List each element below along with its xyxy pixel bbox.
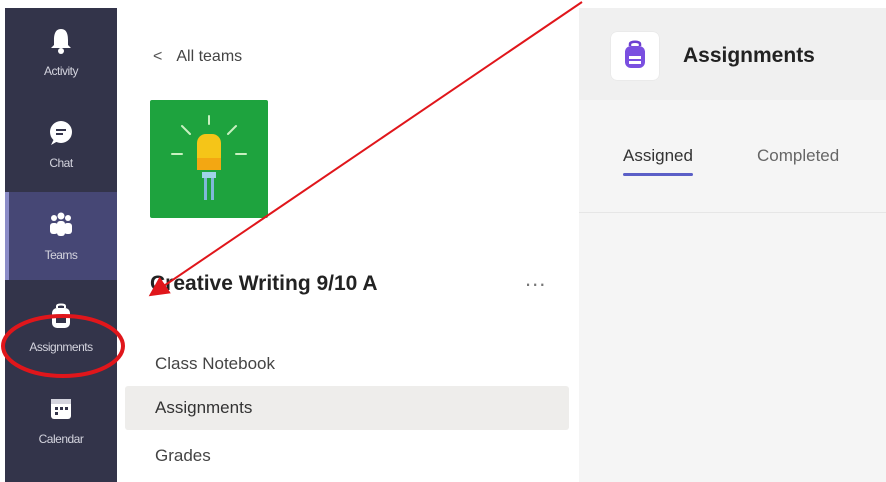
rail-item-assignments[interactable]: Assignments	[5, 284, 117, 372]
team-panel: < All teams Creative Writing 9/10 A ...	[117, 8, 579, 482]
chat-icon	[50, 121, 72, 145]
team-name: Creative Writing 9/10 A	[150, 272, 378, 295]
more-options-button[interactable]: ...	[525, 266, 546, 292]
lightbulb-icon	[171, 115, 247, 200]
backpack-icon	[625, 40, 645, 68]
teams-icon	[50, 212, 72, 236]
rail-item-activity[interactable]: Activity	[5, 8, 117, 96]
main-header: Assignments	[579, 8, 886, 101]
nav-item-class-notebook[interactable]: Class Notebook	[125, 342, 569, 386]
teams-window: Activity Chat Teams Assignments Calendar…	[0, 0, 886, 482]
app-rail: Activity Chat Teams Assignments Calendar	[5, 8, 117, 482]
rail-item-calendar[interactable]: Calendar	[5, 376, 117, 464]
chevron-left-icon: <	[153, 48, 163, 65]
backpack-icon	[52, 303, 70, 328]
rail-label: Calendar	[38, 432, 84, 446]
rail-item-chat[interactable]: Chat	[5, 100, 117, 188]
rail-item-teams[interactable]: Teams	[5, 192, 117, 280]
nav-item-assignments[interactable]: Assignments	[125, 386, 569, 430]
page-title: Assignments	[683, 44, 815, 67]
team-avatar[interactable]	[150, 100, 268, 218]
rail-label: Activity	[43, 64, 79, 78]
calendar-icon	[51, 399, 71, 419]
nav-item-grades[interactable]: Grades	[125, 434, 569, 478]
assignments-list-area	[579, 213, 886, 482]
rail-label: Chat	[49, 156, 73, 170]
rail-label: Assignments	[29, 340, 93, 354]
tab-assigned[interactable]: Assigned	[623, 146, 693, 176]
main-content: Assignments Assigned Completed	[579, 8, 886, 482]
rail-label: Teams	[44, 248, 78, 262]
assignments-app-icon	[611, 32, 659, 80]
tab-completed[interactable]: Completed	[757, 146, 839, 166]
tabs-row: Assigned Completed	[579, 100, 886, 213]
bell-icon	[51, 29, 71, 54]
all-teams-link[interactable]: < All teams	[153, 48, 242, 66]
back-label: All teams	[176, 48, 243, 65]
